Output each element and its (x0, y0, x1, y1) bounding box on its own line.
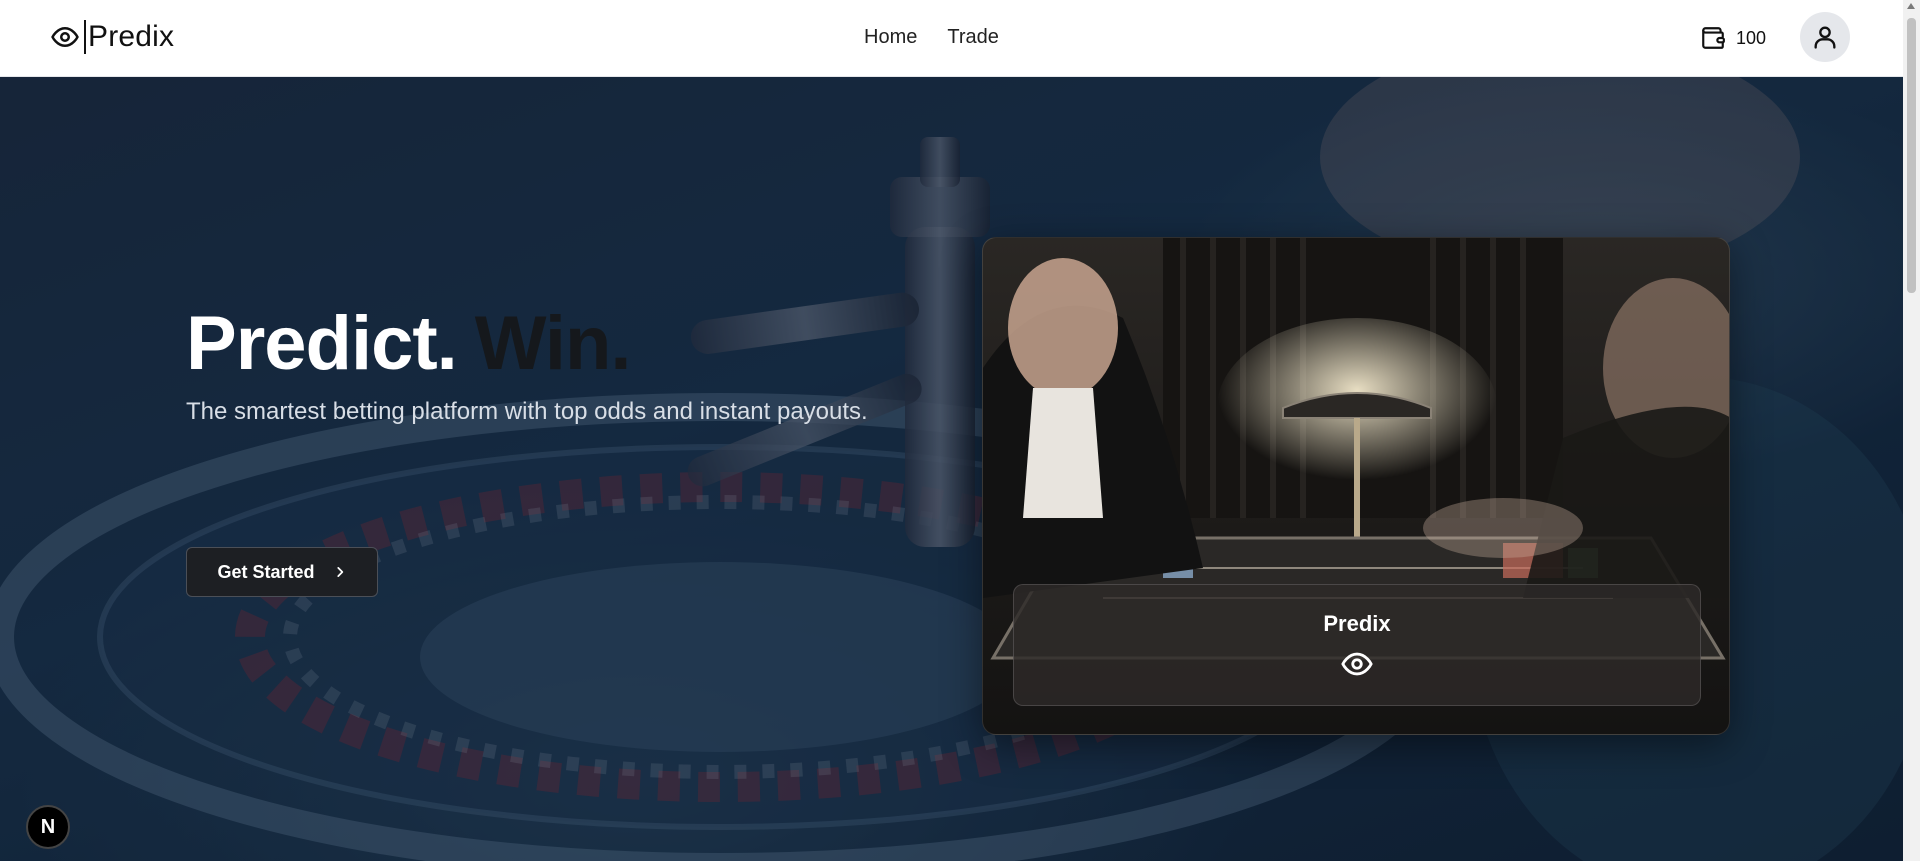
card-caption-panel: Predix (1013, 584, 1701, 706)
wallet-balance: 100 (1736, 27, 1767, 48)
hero-section: Predict. Win. The smartest betting platfo… (0, 77, 1903, 861)
wallet-icon (1702, 27, 1725, 49)
user-avatar-button[interactable] (1800, 12, 1850, 62)
text-caret (84, 20, 86, 54)
headline-predict: Predict. (186, 301, 458, 386)
wallet-balance-button[interactable]: 100 (1700, 25, 1766, 51)
card-title: Predix (1323, 611, 1391, 636)
headline-win: Win. (474, 301, 632, 386)
nav-link-trade[interactable]: Trade (947, 26, 999, 49)
feature-card: Predix (982, 237, 1730, 735)
get-started-button[interactable]: Get Started (186, 547, 378, 597)
scrollbar-thumb[interactable] (1907, 18, 1916, 293)
top-navbar: Predix Home Trade 100 (0, 0, 1903, 77)
get-started-label: Get Started (217, 561, 315, 582)
logo-link[interactable]: Predix (50, 20, 174, 54)
nav-link-home[interactable]: Home (864, 26, 917, 49)
chevron-right-icon (336, 567, 343, 577)
dev-tools-badge[interactable]: N (26, 805, 70, 849)
dev-badge-label: N (40, 815, 56, 838)
eye-icon (1341, 652, 1373, 676)
logo-text: Predix (88, 20, 175, 53)
hero-headline: Predict. Win. (186, 300, 632, 387)
user-icon (1814, 26, 1836, 49)
hero-subtitle: The smartest betting platform with top o… (186, 398, 868, 425)
main-nav: Home Trade (864, 26, 999, 49)
eye-icon (51, 27, 79, 47)
page-scrollbar[interactable] (1903, 0, 1920, 861)
scroll-up-arrow-icon[interactable] (1907, 3, 1915, 9)
